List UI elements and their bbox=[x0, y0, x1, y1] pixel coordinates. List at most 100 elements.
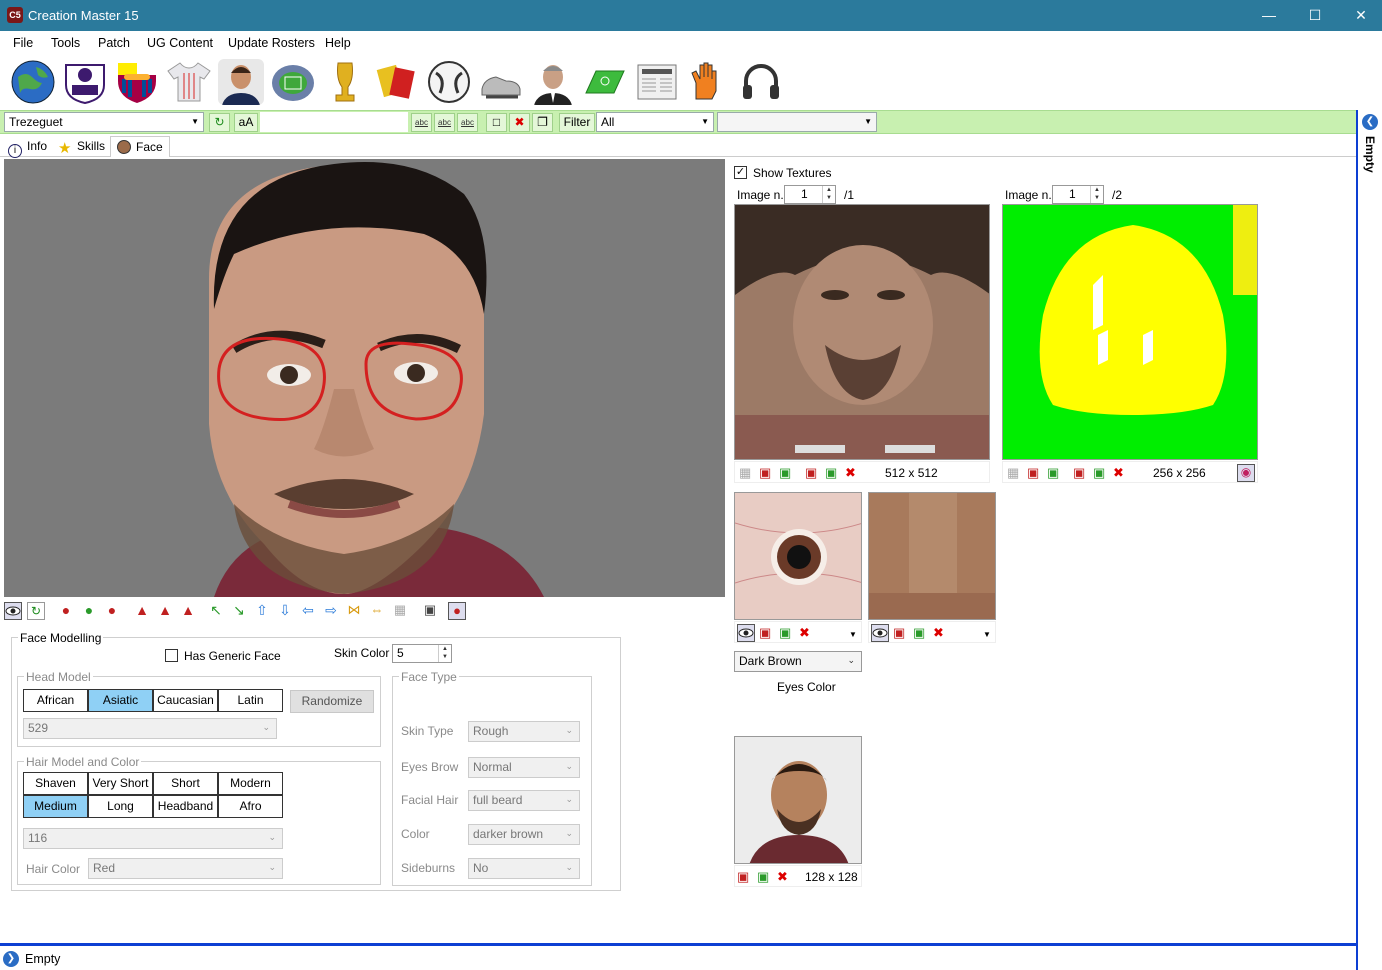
expand-arrow-icon[interactable]: ❯ bbox=[3, 951, 19, 967]
close-button[interactable]: ✕ bbox=[1338, 0, 1382, 31]
import-icon[interactable]: ▣ bbox=[737, 869, 753, 885]
refresh-button[interactable]: ↻ bbox=[209, 113, 230, 132]
image2-spinner[interactable]: 1 ▲ ▼ bbox=[1052, 185, 1104, 204]
import-all-icon[interactable]: ▣ bbox=[1073, 465, 1089, 481]
hair-short-button[interactable]: Short bbox=[153, 772, 218, 795]
delete-icon[interactable]: ✖ bbox=[509, 113, 530, 132]
arrow-right-icon[interactable]: ⇨ bbox=[322, 602, 340, 620]
tab-skills[interactable]: ★ Skills bbox=[52, 136, 111, 157]
hair-very-short-button[interactable]: Very Short bbox=[88, 772, 153, 795]
newspaper-icon[interactable] bbox=[634, 59, 680, 105]
mask-icon[interactable]: ● bbox=[448, 602, 466, 620]
import-icon[interactable]: ▣ bbox=[759, 625, 775, 641]
hair-shaven-button[interactable]: Shaven bbox=[23, 772, 88, 795]
color-select[interactable]: darker brown ⌄ bbox=[468, 824, 580, 845]
hair-color-select[interactable]: Red ⌄ bbox=[88, 858, 283, 879]
export-icon[interactable]: ▣ bbox=[779, 465, 795, 481]
zoom-in-icon[interactable]: ⋈ bbox=[345, 602, 363, 620]
hair-modern-button[interactable]: Modern bbox=[218, 772, 283, 795]
minimize-button[interactable]: — bbox=[1246, 0, 1292, 31]
delete-texture-icon[interactable]: ✖ bbox=[799, 625, 815, 641]
player-select[interactable]: Trezeguet ▼ bbox=[4, 112, 204, 132]
export-icon[interactable]: ▣ bbox=[779, 625, 795, 641]
pitch-icon[interactable] bbox=[582, 59, 628, 105]
image1-spinner[interactable]: 1 ▲ ▼ bbox=[784, 185, 836, 204]
spinner-arrows-icon[interactable]: ▲ ▼ bbox=[438, 645, 451, 662]
case-button[interactable]: aA bbox=[234, 113, 258, 132]
export-icon[interactable]: ▣ bbox=[757, 869, 773, 885]
eyes-brow-select[interactable]: Normal ⌄ bbox=[468, 757, 580, 778]
menu-update-rosters[interactable]: Update Rosters bbox=[228, 36, 315, 50]
export-all-icon[interactable]: ▣ bbox=[1093, 465, 1109, 481]
tab-face[interactable]: Face bbox=[110, 136, 170, 157]
refresh-view-icon[interactable]: ↻ bbox=[27, 602, 45, 620]
headphones-icon[interactable] bbox=[738, 59, 784, 105]
show-textures-checkbox[interactable]: ✓ bbox=[734, 166, 747, 179]
randomize-button[interactable]: Randomize bbox=[290, 690, 374, 713]
globe-icon[interactable] bbox=[10, 59, 56, 105]
arrow-up-left-icon[interactable]: ↖ bbox=[207, 602, 225, 620]
hair-afro-button[interactable]: Afro bbox=[218, 795, 283, 818]
eye-icon[interactable] bbox=[4, 602, 22, 620]
import-all-icon[interactable]: ▣ bbox=[805, 465, 821, 481]
shirt-red-icon[interactable]: ▲ bbox=[133, 602, 151, 620]
shirt-green-icon[interactable]: ▲ bbox=[156, 602, 174, 620]
dropdown-arrow-icon[interactable]: ▼ bbox=[849, 630, 865, 646]
head-red-icon[interactable]: ● bbox=[57, 602, 75, 620]
ball-icon[interactable] bbox=[426, 59, 472, 105]
eye-icon[interactable] bbox=[871, 624, 889, 642]
menu-help[interactable]: Help bbox=[325, 36, 351, 50]
hair-medium-button[interactable]: Medium bbox=[23, 795, 88, 818]
head-green-icon[interactable]: ● bbox=[80, 602, 98, 620]
export-icon[interactable]: ▣ bbox=[1047, 465, 1063, 481]
premier-league-icon[interactable] bbox=[62, 59, 108, 105]
copy-icon[interactable]: ❐ bbox=[532, 113, 553, 132]
delete-texture-icon[interactable]: ✖ bbox=[1113, 465, 1129, 481]
import-icon[interactable]: ▣ bbox=[759, 465, 775, 481]
save-view-icon[interactable]: ▦ bbox=[391, 602, 409, 620]
save-icon[interactable]: ▦ bbox=[739, 465, 755, 481]
fcb-crest-icon[interactable] bbox=[114, 59, 160, 105]
skin-type-select[interactable]: Rough ⌄ bbox=[468, 721, 580, 742]
dropdown-arrow-icon[interactable]: ▼ bbox=[983, 630, 999, 646]
search-input[interactable] bbox=[260, 112, 408, 132]
delete-texture-icon[interactable]: ✖ bbox=[933, 625, 949, 641]
stadium-icon[interactable] bbox=[270, 59, 316, 105]
head-model-select[interactable]: 529 ⌄ bbox=[23, 718, 277, 739]
hair-model-select[interactable]: 116 ⌄ bbox=[23, 828, 283, 849]
head-latin-button[interactable]: Latin bbox=[218, 689, 283, 712]
face-3d-viewport[interactable] bbox=[4, 159, 725, 597]
player-portrait-icon[interactable] bbox=[218, 59, 264, 105]
abc-button-3[interactable]: abc bbox=[457, 113, 478, 132]
color-palette-icon[interactable]: ◉ bbox=[1237, 464, 1255, 482]
menu-patch[interactable]: Patch bbox=[98, 36, 130, 50]
arrow-left-icon[interactable]: ⇦ bbox=[299, 602, 317, 620]
hair-long-button[interactable]: Long bbox=[88, 795, 153, 818]
abc-button-1[interactable]: abc bbox=[411, 113, 432, 132]
trophy-icon[interactable] bbox=[322, 59, 368, 105]
delete-photo-icon[interactable]: ✖ bbox=[777, 869, 793, 885]
save-icon[interactable]: ▦ bbox=[1007, 465, 1023, 481]
menu-file[interactable]: File bbox=[13, 36, 33, 50]
eye-icon[interactable] bbox=[737, 624, 755, 642]
delete-texture-icon[interactable]: ✖ bbox=[845, 465, 861, 481]
cards-icon[interactable] bbox=[374, 59, 420, 105]
filter-select[interactable]: All ▼ bbox=[596, 112, 714, 132]
tab-info[interactable]: i Info bbox=[2, 136, 53, 158]
head-caucasian-button[interactable]: Caucasian bbox=[153, 689, 218, 712]
import-icon[interactable]: ▣ bbox=[1027, 465, 1043, 481]
spinner-arrows-icon[interactable]: ▲ ▼ bbox=[1090, 186, 1103, 203]
collapse-arrow-icon[interactable]: ❮ bbox=[1362, 114, 1378, 130]
head-african-button[interactable]: African bbox=[23, 689, 88, 712]
zoom-out-icon[interactable]: ⇔ bbox=[368, 602, 386, 620]
camera-icon[interactable]: ▣ bbox=[421, 602, 439, 620]
gloves-icon[interactable] bbox=[686, 59, 732, 105]
export-icon[interactable]: ▣ bbox=[913, 625, 929, 641]
manager-icon[interactable] bbox=[530, 59, 576, 105]
export-all-icon[interactable]: ▣ bbox=[825, 465, 841, 481]
extra-select[interactable]: ▼ bbox=[717, 112, 877, 132]
has-generic-face-checkbox[interactable] bbox=[165, 649, 178, 662]
head-asiatic-button[interactable]: Asiatic bbox=[88, 689, 153, 712]
shirt-icon[interactable] bbox=[166, 59, 212, 105]
boots-icon[interactable] bbox=[478, 59, 524, 105]
